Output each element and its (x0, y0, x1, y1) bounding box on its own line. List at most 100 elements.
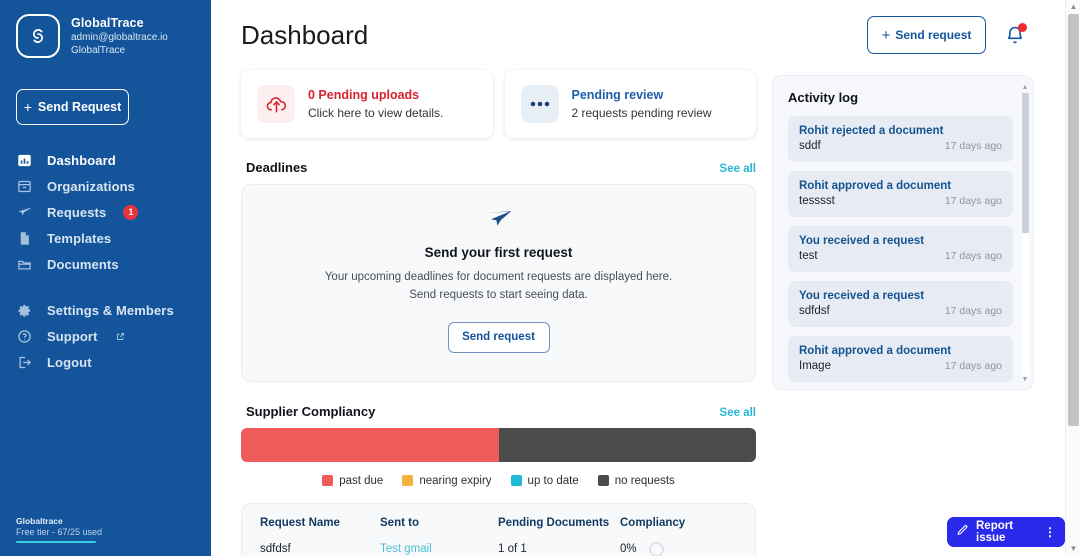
activity-item-title: Rohit rejected a document (799, 125, 944, 137)
stat-subtitle: Click here to view details. (308, 105, 444, 120)
sidebar-item-documents[interactable]: Documents (0, 251, 211, 277)
empty-state-title: Send your first request (424, 245, 573, 260)
sidebar-item-label: Templates (47, 230, 112, 246)
activity-item-subject: Image (799, 360, 831, 372)
activity-log-item[interactable]: Rohit approved a document Image 17 days ag… (788, 336, 1013, 382)
archive-box-icon (16, 178, 33, 195)
activity-log-item[interactable]: You received a request sdfdsf 17 days ago (788, 281, 1013, 327)
legend-label: up to date (527, 474, 579, 487)
activity-log-item[interactable]: Rohit approved a document tesssst 17 days … (788, 171, 1013, 217)
scroll-up-arrow-icon[interactable]: ▲ (1021, 84, 1029, 92)
activity-log-item[interactable]: Rohit rejected a document sddf 17 days ago (788, 116, 1013, 162)
plus-icon: + (881, 26, 891, 44)
cell-pending-documents: 1 of 1 (498, 543, 527, 556)
content-columns: 0 Pending uploads Click here to view det… (211, 70, 1080, 556)
stat-cards: 0 Pending uploads Click here to view det… (241, 70, 756, 138)
tier-usage-bar (16, 541, 96, 543)
main-content: Dashboard + Send request 0 Pending uploa… (211, 0, 1080, 556)
chart-bar-icon (16, 152, 33, 169)
table-row[interactable]: sdfdsf Test gmail 1 of 1 0% (260, 541, 737, 556)
scrollbar-thumb[interactable] (1022, 93, 1029, 233)
brand-block[interactable]: GlobalTrace admin@globaltrace.io GlobalT… (0, 0, 211, 58)
activity-item-footer: sdfdsf 17 days ago (799, 305, 1002, 317)
scroll-up-arrow-icon[interactable]: ▲ (1066, 0, 1080, 14)
compliancy-stacked-bar (241, 427, 756, 462)
activity-item-timestamp: 17 days ago (944, 195, 1002, 207)
deadlines-section-header: Deadlines See all (246, 160, 756, 175)
activity-item-subject: test (799, 250, 818, 262)
legend-item: up to date (510, 474, 579, 487)
empty-state-line2: Send requests to start seeing data. (409, 288, 588, 301)
tier-name: Globaltrace (16, 516, 63, 526)
sidebar-send-request-button[interactable]: + Send Request (16, 89, 129, 125)
sidebar-item-dashboard[interactable]: Dashboard (0, 147, 211, 173)
scroll-down-arrow-icon[interactable]: ▼ (1066, 542, 1080, 556)
sidebar-item-templates[interactable]: Templates (0, 225, 211, 251)
pending-review-card[interactable]: Pending review 2 requests pending review (504, 70, 756, 138)
sidebar-item-support[interactable]: Support (0, 323, 211, 349)
activity-log-title: Activity log (788, 90, 859, 105)
brand-name: GlobalTrace (71, 15, 144, 30)
requests-table: Request Name Sent to Pending Documents C… (241, 502, 756, 556)
activity-item-title: You received a request (799, 235, 925, 247)
requests-badge: 1 (123, 204, 139, 220)
notifications-button[interactable] (1000, 20, 1030, 50)
sidebar: GlobalTrace admin@globaltrace.io GlobalT… (0, 0, 211, 556)
kebab-menu-icon[interactable]: ⋮ (1044, 525, 1056, 539)
activity-log-panel: Activity log Rohit rejected a document sd… (772, 75, 1034, 390)
table-header-row: Request Name Sent to Pending Documents C… (260, 517, 737, 529)
sidebar-send-request-label: Send Request (37, 100, 122, 114)
sidebar-nav: Dashboard Organizations Requests 1 Templ… (0, 147, 211, 375)
scroll-down-arrow-icon[interactable]: ▼ (1021, 376, 1029, 384)
sidebar-item-requests[interactable]: Requests 1 (0, 199, 211, 225)
legend-item: nearing expiry (402, 475, 492, 487)
sidebar-item-label: Settings & Members (47, 302, 174, 318)
stat-subtitle: 2 requests pending review (571, 105, 712, 120)
browser-scrollbar-thumb[interactable] (1068, 14, 1079, 426)
legend-swatch (510, 475, 522, 487)
tier-info: Globaltrace Free tier - 67/25 used (16, 516, 176, 543)
plus-icon: + (23, 99, 32, 115)
activity-item-timestamp: 17 days ago (944, 140, 1002, 152)
deadlines-see-all-link[interactable]: See all (720, 163, 756, 175)
legend-swatch (322, 475, 334, 487)
tier-plan: Free tier - 67/25 used (16, 527, 103, 537)
browser-scrollbar[interactable]: ▲ ▼ (1065, 0, 1080, 556)
compliancy-progress-ring (648, 541, 664, 556)
activity-item-subject: sdfdsf (799, 305, 830, 317)
sidebar-item-logout[interactable]: Logout (0, 349, 211, 375)
sidebar-item-settings-members[interactable]: Settings & Members (0, 297, 211, 323)
notification-badge-dot (1018, 23, 1027, 32)
stat-title: 0 Pending uploads (308, 87, 420, 102)
sidebar-item-label: Logout (47, 354, 92, 370)
legend-item: no requests (597, 475, 675, 487)
legend-swatch (402, 475, 414, 487)
activity-item-timestamp: 17 days ago (944, 360, 1002, 372)
activity-item-title: You received a request (799, 290, 925, 302)
compliancy-see-all-link[interactable]: See all (720, 407, 756, 419)
compliancy-segment-past-due (241, 427, 499, 462)
activity-item-footer: Image 17 days ago (799, 360, 1002, 372)
compliancy-section-header: Supplier Compliancy See all (246, 404, 756, 419)
activity-item-title: Rohit approved a document (799, 345, 952, 357)
pencil-icon (956, 524, 969, 540)
activity-log-item[interactable]: You received a request test 17 days ago (788, 226, 1013, 272)
report-issue-button[interactable]: Report issue ⋮ (947, 517, 1065, 547)
deadlines-panel: Send your first request Your upcoming de… (241, 184, 756, 382)
stat-title: Pending review (571, 87, 664, 102)
empty-state-send-request-button[interactable]: Send request (447, 321, 550, 353)
activity-item-footer: tesssst 17 days ago (799, 195, 1002, 207)
legend-item: past due (322, 475, 383, 487)
pending-uploads-card[interactable]: 0 Pending uploads Click here to view det… (241, 70, 493, 138)
compliancy-title: Supplier Compliancy (246, 403, 376, 419)
left-column: 0 Pending uploads Click here to view det… (241, 70, 756, 556)
sidebar-item-organizations[interactable]: Organizations (0, 173, 211, 199)
empty-state-line1: Your upcoming deadlines for document req… (324, 271, 673, 283)
activity-item-footer: test 17 days ago (799, 250, 1002, 262)
activity-log-scrollbar[interactable]: ▲ ▼ (1021, 84, 1029, 384)
sidebar-item-label: Dashboard (47, 152, 116, 168)
paper-plane-icon (16, 204, 33, 221)
send-request-button[interactable]: + Send request (867, 16, 986, 54)
cell-sent-to[interactable]: Test gmail (380, 543, 498, 555)
document-icon (16, 230, 33, 247)
